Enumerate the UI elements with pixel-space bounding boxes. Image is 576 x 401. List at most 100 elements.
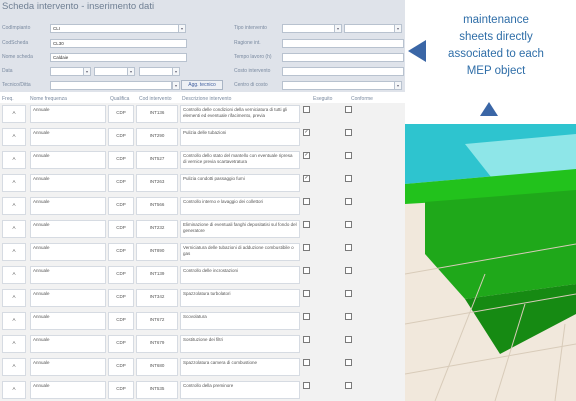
name-cell[interactable]: Annuale [30,358,106,376]
qualifica-cell[interactable]: CDP [108,335,134,353]
name-cell[interactable]: Annuale [30,174,106,192]
freq-cell[interactable]: A [2,266,26,284]
code-cell[interactable]: INT342 [136,289,178,307]
qualifica-cell[interactable]: CDP [108,243,134,261]
freq-cell[interactable]: A [2,128,26,146]
name-cell[interactable]: Annuale [30,335,106,353]
name-cell[interactable]: Annuale [30,381,106,399]
freq-cell[interactable]: A [2,335,26,353]
chevron-down-icon[interactable]: ▾ [127,67,135,76]
freq-cell[interactable]: A [2,174,26,192]
description-cell[interactable]: Verniciatura delle tubazioni di adduzion… [180,243,300,261]
qualifica-cell[interactable]: CDP [108,197,134,215]
freq-cell[interactable]: A [2,358,26,376]
conforme-checkbox[interactable] [345,244,352,251]
eseguito-checkbox[interactable] [303,359,310,366]
code-cell[interactable]: INT139 [136,266,178,284]
qualifica-cell[interactable]: CDP [108,105,134,123]
freq-cell[interactable]: A [2,105,26,123]
eseguito-checkbox[interactable] [303,221,310,228]
conforme-checkbox[interactable] [345,198,352,205]
description-cell[interactable]: Sostituzione dei filtri [180,335,300,353]
cod-impianto-input[interactable]: CLI [50,24,180,33]
description-cell[interactable]: Controllo delle incrostazioni [180,266,300,284]
agg-tecnico-button[interactable]: Agg. tecnico [181,80,223,90]
code-cell[interactable]: INT136 [136,105,178,123]
code-cell[interactable]: INT680 [136,358,178,376]
nome-scheda-input[interactable]: Caldaie [50,53,187,62]
eseguito-checkbox[interactable]: ✓ [303,175,310,182]
chevron-down-icon[interactable]: ▾ [394,81,402,90]
tipo-intervento-2-input[interactable] [344,24,396,33]
tipo-intervento-input[interactable] [282,24,336,33]
qualifica-cell[interactable]: CDP [108,289,134,307]
name-cell[interactable]: Annuale [30,220,106,238]
name-cell[interactable]: Annuale [30,128,106,146]
eseguito-checkbox[interactable] [303,244,310,251]
code-cell[interactable]: INT535 [136,381,178,399]
centro-costo-input[interactable] [282,81,396,90]
name-cell[interactable]: Annuale [30,266,106,284]
conforme-checkbox[interactable] [345,175,352,182]
eseguito-checkbox[interactable] [303,198,310,205]
description-cell[interactable]: Pulizia condotti passaggio fumi [180,174,300,192]
qualifica-cell[interactable]: CDP [108,128,134,146]
code-cell[interactable]: INT527 [136,151,178,169]
name-cell[interactable]: Annuale [30,289,106,307]
code-cell[interactable]: INT232 [136,220,178,238]
chevron-down-icon[interactable]: ▾ [334,24,342,33]
code-cell[interactable]: INT566 [136,197,178,215]
description-cell[interactable]: Eliminazione di eventuali fanghi deposit… [180,220,300,238]
data-day-input[interactable] [50,67,84,76]
conforme-checkbox[interactable] [345,129,352,136]
description-cell[interactable]: Spazzolatura turbolatori [180,289,300,307]
conforme-checkbox[interactable] [345,152,352,159]
qualifica-cell[interactable]: CDP [108,381,134,399]
eseguito-checkbox[interactable] [303,267,310,274]
costo-input[interactable] [282,67,404,76]
freq-cell[interactable]: A [2,381,26,399]
chevron-down-icon[interactable]: ▾ [172,81,180,90]
conforme-checkbox[interactable] [345,313,352,320]
eseguito-checkbox[interactable] [303,382,310,389]
freq-cell[interactable]: A [2,151,26,169]
freq-cell[interactable]: A [2,312,26,330]
description-cell[interactable]: Controllo interno e lavaggio dei collett… [180,197,300,215]
tecnico-input[interactable] [50,81,172,90]
qualifica-cell[interactable]: CDP [108,174,134,192]
conforme-checkbox[interactable] [345,336,352,343]
code-cell[interactable]: INT890 [136,243,178,261]
qualifica-cell[interactable]: CDP [108,220,134,238]
conforme-checkbox[interactable] [345,359,352,366]
tempo-lavoro-input[interactable] [282,53,404,62]
conforme-checkbox[interactable] [345,267,352,274]
qualifica-cell[interactable]: CDP [108,312,134,330]
eseguito-checkbox[interactable]: ✓ [303,152,310,159]
description-cell[interactable]: Controllo delle condizioni della vernici… [180,105,300,123]
description-cell[interactable]: Controllo della preminore [180,381,300,399]
eseguito-checkbox[interactable] [303,290,310,297]
conforme-checkbox[interactable] [345,290,352,297]
freq-cell[interactable]: A [2,220,26,238]
description-cell[interactable]: Spazzolatura camera di combustione [180,358,300,376]
conforme-checkbox[interactable] [345,382,352,389]
name-cell[interactable]: Annuale [30,151,106,169]
code-cell[interactable]: INT679 [136,335,178,353]
qualifica-cell[interactable]: CDP [108,151,134,169]
conforme-checkbox[interactable] [345,106,352,113]
chevron-down-icon[interactable]: ▾ [394,24,402,33]
name-cell[interactable]: Annuale [30,197,106,215]
eseguito-checkbox[interactable] [303,313,310,320]
conforme-checkbox[interactable] [345,221,352,228]
eseguito-checkbox[interactable] [303,336,310,343]
qualifica-cell[interactable]: CDP [108,358,134,376]
description-cell[interactable]: Pulizia delle tubazioni [180,128,300,146]
code-cell[interactable]: INT290 [136,128,178,146]
freq-cell[interactable]: A [2,289,26,307]
qualifica-cell[interactable]: CDP [108,266,134,284]
data-month-input[interactable] [94,67,128,76]
ragione-input[interactable] [282,39,404,48]
description-cell[interactable]: Scovolatura [180,312,300,330]
freq-cell[interactable]: A [2,243,26,261]
freq-cell[interactable]: A [2,197,26,215]
